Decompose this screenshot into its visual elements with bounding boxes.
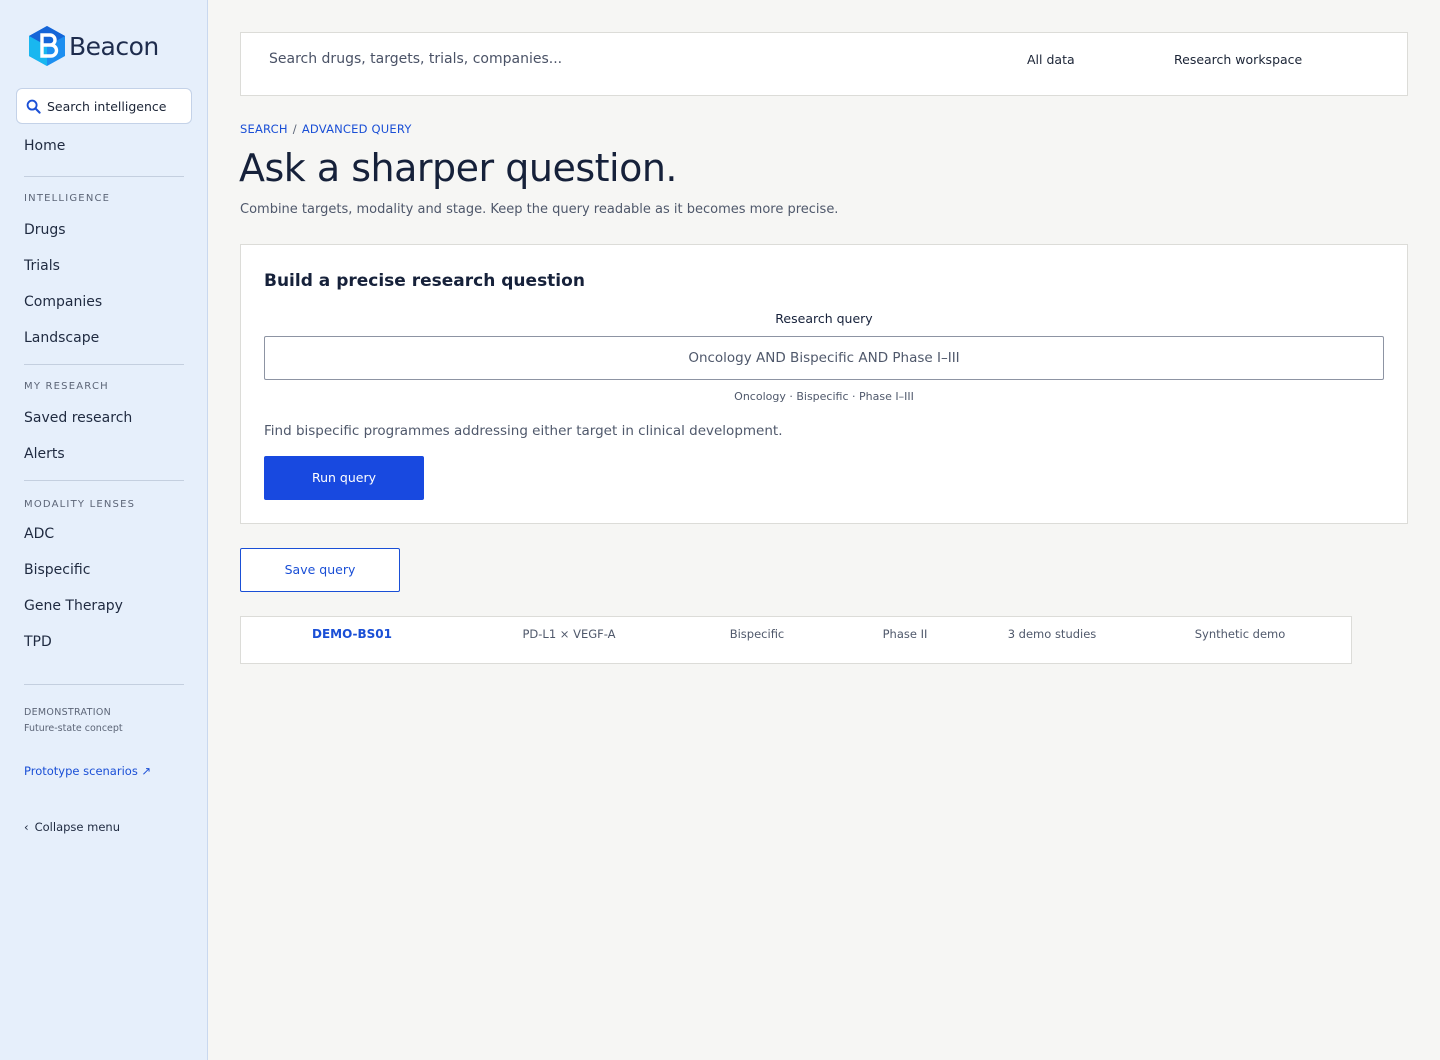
top-bar: Search drugs, targets, trials, companies… [240,32,1408,96]
sidebar-item-bispecific[interactable]: Bispecific [24,562,90,578]
breadcrumb-search[interactable]: SEARCH [240,122,288,136]
breadcrumb-advanced-query[interactable]: ADVANCED QUERY [302,122,412,136]
query-builder-card: Build a precise research question Resear… [240,244,1408,524]
sidebar-divider [24,480,184,481]
sidebar-divider [24,364,184,365]
card-title: Build a precise research question [264,271,585,291]
demo-subtitle: Future-state concept [24,723,123,734]
research-query-input[interactable]: Oncology AND Bispecific AND Phase I–III [264,336,1384,380]
result-studies: 3 demo studies [1007,627,1097,641]
result-modality: Bispecific [729,627,785,641]
run-query-button[interactable]: Run query [264,456,424,500]
query-summary: Oncology · Bispecific · Phase I–III [734,390,914,403]
research-query-label: Research query [775,311,873,326]
sidebar-section-modality-lenses: MODALITY LENSES [24,499,136,510]
result-targets: PD-L1 × VEGF-A [522,627,616,641]
beacon-logo-icon [29,26,65,66]
sidebar-divider [24,176,184,177]
save-query-button[interactable]: Save query [240,548,400,592]
sidebar-search-input[interactable]: Search intelligence [16,88,192,124]
sidebar-section-intelligence: INTELLIGENCE [24,193,111,204]
sidebar-item-companies[interactable]: Companies [24,294,102,310]
result-id-link[interactable]: DEMO-BS01 [295,627,409,641]
brand-name: Beacon [69,31,159,61]
sidebar-item-gene-therapy[interactable]: Gene Therapy [24,598,123,614]
demo-label: DEMONSTRATION [24,707,111,718]
scope-selector[interactable]: All data [1027,52,1075,67]
result-source: Synthetic demo [1194,627,1286,641]
chevron-left-icon: ‹ [24,820,29,834]
sidebar-divider [24,684,184,685]
sidebar-item-landscape[interactable]: Landscape [24,330,99,346]
sidebar-item-trials[interactable]: Trials [24,258,60,274]
search-icon [26,99,41,114]
prototype-scenarios-link[interactable]: Prototype scenarios ↗ [24,764,151,778]
global-search-input[interactable]: Search drugs, targets, trials, companies… [269,51,562,67]
sidebar-item-drugs[interactable]: Drugs [24,222,66,238]
collapse-menu-button[interactable]: ‹ Collapse menu [24,820,120,834]
page-subtitle: Combine targets, modality and stage. Kee… [240,202,839,217]
brand-logo[interactable]: Beacon [26,24,159,68]
sidebar-item-tpd[interactable]: TPD [24,634,52,650]
collapse-menu-label: Collapse menu [34,820,120,834]
sidebar-search-label: Search intelligence [47,98,167,114]
page-title: Ask a sharper question. [239,146,678,190]
sidebar: Beacon Search intelligence Home INTELLIG… [0,0,208,1060]
sidebar-item-saved-research[interactable]: Saved research [24,410,132,426]
sidebar-item-home[interactable]: Home [24,138,65,154]
workspace-selector[interactable]: Research workspace [1174,52,1302,67]
result-row[interactable]: DEMO-BS01 PD-L1 × VEGF-A Bispecific Phas… [240,616,1352,664]
sidebar-section-my-research: MY RESEARCH [24,381,109,392]
sidebar-item-adc[interactable]: ADC [24,526,54,542]
breadcrumb-separator: / [292,122,297,136]
query-description: Find bispecific programmes addressing ei… [264,423,783,439]
breadcrumb: SEARCH / ADVANCED QUERY [240,122,412,136]
sidebar-item-alerts[interactable]: Alerts [24,446,65,462]
result-phase: Phase II [882,627,928,641]
